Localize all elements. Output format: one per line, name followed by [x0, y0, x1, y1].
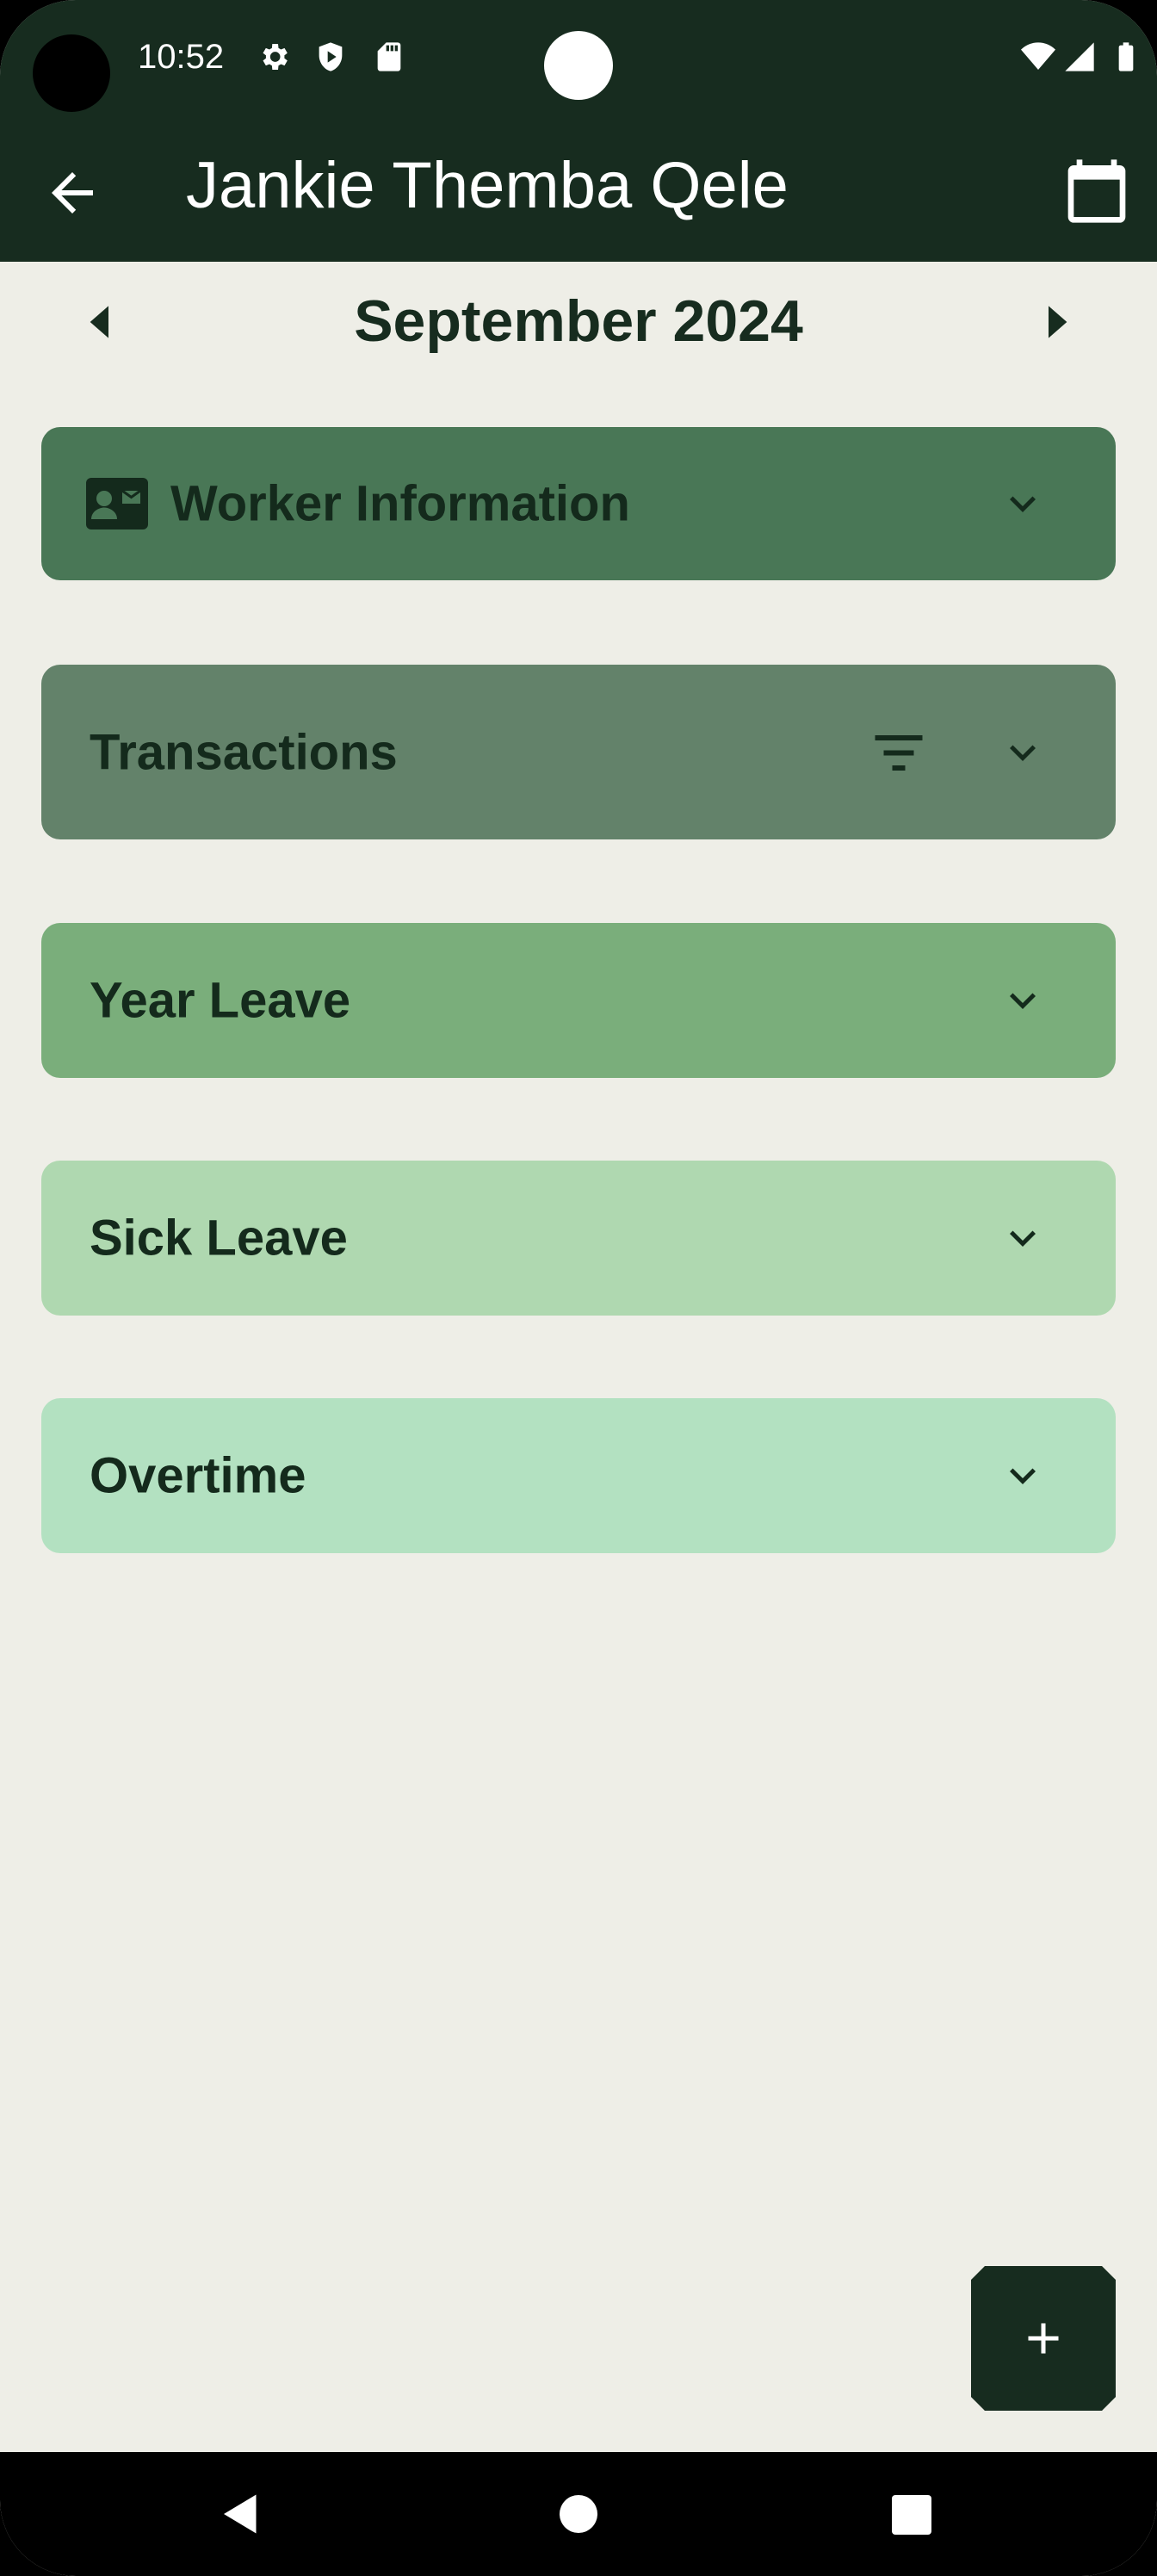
- calendar-icon[interactable]: [1062, 155, 1131, 227]
- year-leave-panel[interactable]: Year Leave: [41, 923, 1116, 1078]
- sd-card-icon: [377, 42, 401, 71]
- filter-icon[interactable]: [873, 730, 925, 775]
- next-month-icon[interactable]: [1028, 294, 1083, 350]
- contact-card-icon: [86, 478, 148, 529]
- chevron-down-icon[interactable]: [997, 1450, 1049, 1502]
- panel-label: Worker Information: [170, 475, 630, 532]
- chevron-down-icon[interactable]: [997, 975, 1049, 1026]
- arrow-left-icon[interactable]: [41, 162, 103, 224]
- transactions-panel[interactable]: Transactions: [41, 665, 1116, 839]
- settings-gear-icon: [263, 44, 288, 70]
- status-bar: 10:52: [0, 0, 1157, 129]
- status-time: 10:52: [138, 38, 225, 76]
- app-bar: Jankie Themba Qele: [0, 129, 1157, 262]
- chevron-down-icon[interactable]: [997, 478, 1049, 529]
- panel-label: Year Leave: [90, 972, 351, 1029]
- system-navigation-bar: [0, 2452, 1157, 2576]
- panel-label: Sick Leave: [90, 1210, 348, 1266]
- month-navigator: September 2024: [0, 276, 1157, 370]
- nav-back-icon[interactable]: [215, 2488, 267, 2540]
- month-label: September 2024: [354, 288, 803, 354]
- screen: 10:52 Jankie Themba Qele September 2024 …: [0, 0, 1157, 2576]
- panel-label: Transactions: [90, 724, 398, 780]
- chevron-down-icon[interactable]: [997, 727, 1049, 778]
- status-center-dot: [544, 31, 613, 100]
- worker-information-panel[interactable]: Worker Information: [41, 427, 1116, 580]
- battery-icon: [1118, 42, 1134, 71]
- page-title: Jankie Themba Qele: [186, 149, 789, 222]
- wifi-icon: [1021, 42, 1055, 70]
- nav-home-icon[interactable]: [560, 2495, 597, 2533]
- camera-cutout: [33, 34, 110, 112]
- plus-icon: [1028, 2323, 1059, 2354]
- sick-leave-panel[interactable]: Sick Leave: [41, 1161, 1116, 1316]
- shield-play-icon: [319, 42, 343, 71]
- panel-label: Overtime: [90, 1447, 306, 1504]
- add-button[interactable]: [971, 2266, 1116, 2411]
- cell-signal-icon: [1065, 42, 1094, 71]
- chevron-down-icon[interactable]: [997, 1212, 1049, 1264]
- nav-recents-icon[interactable]: [892, 2495, 931, 2535]
- overtime-panel[interactable]: Overtime: [41, 1398, 1116, 1553]
